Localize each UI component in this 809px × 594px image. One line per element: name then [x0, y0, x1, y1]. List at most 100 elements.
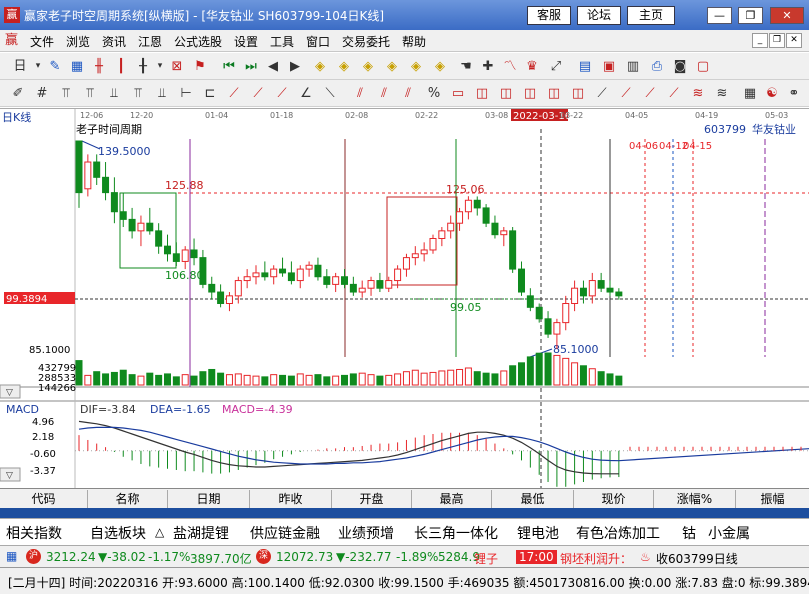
link-icon[interactable]: ⚭ — [784, 84, 804, 103]
col-change-pct[interactable]: 涨幅% — [654, 490, 736, 508]
mdi-restore-button[interactable]: ❐ — [769, 33, 785, 48]
back-icon[interactable]: ◀ — [263, 57, 283, 76]
monitor-icon[interactable]: ▢ — [693, 57, 713, 76]
collapse-arrow-icon[interactable]: ▽ — [6, 388, 13, 398]
col-amplitude[interactable]: 振幅 — [736, 490, 809, 508]
ring-c-icon[interactable]: ◫ — [520, 84, 540, 103]
grid-lines-icon[interactable]: # — [32, 84, 52, 103]
news-scroll-1[interactable]: 锂子 — [474, 550, 498, 567]
quote-table-row[interactable] — [0, 508, 809, 518]
steps-icon[interactable]: ⊢ — [176, 84, 196, 103]
gann-b-icon[interactable]: ≋ — [712, 84, 732, 103]
crosshair-icon[interactable]: ✚ — [478, 57, 498, 76]
sector-lithium-battery[interactable]: 锂电池 — [517, 523, 559, 543]
expand-icon[interactable]: ⤢ — [546, 57, 566, 76]
menu-gann[interactable]: 江恩 — [138, 33, 162, 50]
calendar-icon[interactable]: ▤ — [575, 57, 595, 76]
crown-icon[interactable]: ♛ — [522, 57, 542, 76]
hand-icon[interactable]: ☚ — [456, 57, 476, 76]
keyboard-icon[interactable]: ▦ — [6, 549, 17, 563]
kline-chart-area[interactable]: ▽ ▽ 日K线 老子时间周期 603799 华友钴业 139.5000 125.… — [0, 108, 809, 489]
minimize-button[interactable]: — — [707, 7, 732, 24]
calc-icon[interactable]: ▥ — [623, 57, 643, 76]
grid-icon[interactable]: ⊠ — [167, 57, 187, 76]
col-date[interactable]: 日期 — [168, 490, 250, 508]
sector-profit-growth[interactable]: 业绩预增 — [338, 523, 394, 543]
ray-icon[interactable]: ⟋ — [592, 84, 612, 103]
diamond-d-icon[interactable]: ◈ — [382, 57, 402, 76]
first-icon[interactable]: ⏮ — [219, 57, 239, 76]
table-icon[interactable]: ▦ — [740, 84, 760, 103]
yin-yang-icon[interactable]: ☯ — [762, 84, 782, 103]
mdi-close-button[interactable]: ✕ — [786, 33, 802, 48]
angle-icon[interactable]: ∠ — [296, 84, 316, 103]
sector-yangtze-delta[interactable]: 长三角一体化 — [414, 523, 498, 543]
watch-label[interactable]: 收603799日线 — [656, 550, 738, 567]
ring-b-icon[interactable]: ◫ — [496, 84, 516, 103]
col-name[interactable]: 名称 — [88, 490, 168, 508]
channel-icon[interactable]: ⫽ — [350, 84, 370, 103]
bracket-icon[interactable]: ⊏ — [200, 84, 220, 103]
ring-d-icon[interactable]: ◫ — [544, 84, 564, 103]
close-button[interactable]: ✕ — [770, 7, 804, 24]
candle-icon[interactable]: ╫ — [89, 57, 109, 76]
note-icon[interactable]: ✎ — [45, 57, 65, 76]
sector-minor-metals[interactable]: 小金属 — [708, 523, 750, 543]
sector-nonferrous[interactable]: 有色冶炼加工 — [576, 523, 660, 543]
ray-c-icon[interactable]: ⟋ — [640, 84, 660, 103]
col-high[interactable]: 最高 — [412, 490, 492, 508]
day-period-icon[interactable]: 日 — [10, 57, 30, 76]
col-low[interactable]: 最低 — [492, 490, 574, 508]
forward-icon[interactable]: ▶ — [285, 57, 305, 76]
menu-help[interactable]: 帮助 — [402, 33, 426, 50]
col-open[interactable]: 开盘 — [332, 490, 412, 508]
shenzhen-index-icon[interactable]: 深 — [256, 549, 271, 564]
menu-info[interactable]: 资讯 — [102, 33, 126, 50]
menu-formula[interactable]: 公式选股 — [174, 33, 222, 50]
menu-file[interactable]: 文件 — [30, 33, 54, 50]
pen-icon[interactable]: ✐ — [8, 84, 28, 103]
ray-d-icon[interactable]: ⟋ — [664, 84, 684, 103]
sector-related-index[interactable]: 相关指数 — [6, 523, 62, 543]
channel-b-icon[interactable]: ⫽ — [374, 84, 394, 103]
box-icon[interactable]: ▭ — [448, 84, 468, 103]
ring-e-icon[interactable]: ◫ — [568, 84, 588, 103]
diamond-c-icon[interactable]: ◈ — [358, 57, 378, 76]
diamond-b-icon[interactable]: ◈ — [334, 57, 354, 76]
menu-settings[interactable]: 设置 — [234, 33, 258, 50]
fan-b-icon[interactable]: ⟋ — [248, 84, 268, 103]
fork-b-icon[interactable]: ⫪ — [80, 84, 100, 103]
fork-icon[interactable]: ⫪ — [56, 84, 76, 103]
sector-salt-lake-lithium[interactable]: 盐湖提锂 — [173, 523, 229, 543]
date-icon[interactable]: ▣ — [599, 57, 619, 76]
fan-icon[interactable]: ⟋ — [224, 84, 244, 103]
forum-button[interactable]: 论坛 — [577, 6, 621, 25]
shanghai-index-icon[interactable]: 沪 — [26, 549, 41, 564]
kline-icon[interactable]: ┃ — [111, 57, 131, 76]
trend-icon[interactable]: ⟍ — [320, 84, 340, 103]
sector-cobalt[interactable]: 钴 — [682, 523, 696, 543]
col-prev-close[interactable]: 昨收 — [250, 490, 332, 508]
ray-b-icon[interactable]: ⟋ — [616, 84, 636, 103]
menu-window[interactable]: 窗口 — [306, 33, 330, 50]
chart-window-icon[interactable]: ▦ — [67, 57, 87, 76]
diamond-e-icon[interactable]: ◈ — [406, 57, 426, 76]
maximize-button[interactable]: ❐ — [738, 7, 763, 24]
mdi-minimize-button[interactable]: _ — [752, 33, 768, 48]
print-icon[interactable]: ⎙ — [647, 57, 667, 76]
flag-icon[interactable]: ⚑ — [190, 57, 210, 76]
channel-c-icon[interactable]: ⫽ — [398, 84, 418, 103]
menu-browse[interactable]: 浏览 — [66, 33, 90, 50]
line-tool-icon[interactable]: 〽 — [500, 57, 520, 76]
fork-d-icon[interactable]: ⫪ — [128, 84, 148, 103]
news-scroll-2[interactable]: 钢坯利润升： — [560, 550, 632, 567]
fork-c-icon[interactable]: ⫫ — [104, 84, 124, 103]
diamond-a-icon[interactable]: ◈ — [310, 57, 330, 76]
collapse-arrow-icon[interactable]: ▽ — [6, 471, 13, 481]
sector-watchlist[interactable]: 自选板块 — [90, 523, 146, 543]
home-button[interactable]: 主页 — [627, 6, 675, 25]
gann-icon[interactable]: ≋ — [688, 84, 708, 103]
menu-trade[interactable]: 交易委托 — [342, 33, 390, 50]
fan-c-icon[interactable]: ⟋ — [272, 84, 292, 103]
last-icon[interactable]: ⏭ — [241, 57, 261, 76]
